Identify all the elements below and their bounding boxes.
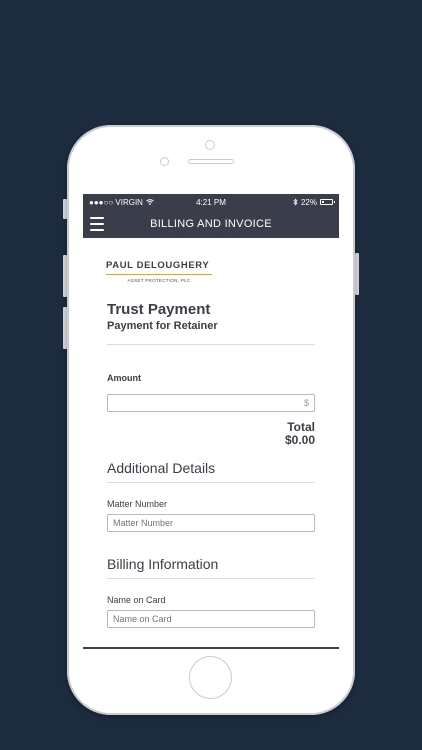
status-bar: ●●●○○ VIRGIN 4:21 PM 22%: [83, 194, 339, 210]
matter-number-input[interactable]: [107, 514, 315, 532]
phone-screen: ●●●○○ VIRGIN 4:21 PM 22% BILLING AND INV…: [83, 194, 339, 649]
menu-icon[interactable]: [90, 217, 104, 231]
bluetooth-icon: [293, 198, 298, 206]
top-navigation-bar: BILLING AND INVOICE: [83, 210, 339, 238]
battery-icon: [320, 199, 335, 205]
logo-name: PAUL DELOUGHERY: [106, 260, 210, 271]
amount-input[interactable]: $: [107, 394, 315, 412]
billing-information-divider: [107, 578, 315, 579]
additional-details-heading: Additional Details: [107, 460, 216, 476]
proximity-sensor: [160, 157, 169, 166]
matter-number-label: Matter Number: [107, 499, 168, 509]
home-button[interactable]: [189, 656, 232, 699]
carrier-label: ●●●○○ VIRGIN: [89, 197, 143, 207]
clock-label: 4:21 PM: [196, 197, 226, 207]
app-store-preview: ●●●○○ VIRGIN 4:21 PM 22% BILLING AND INV…: [0, 0, 422, 750]
amount-label: Amount: [107, 373, 141, 383]
payment-subtitle: Payment for Retainer: [107, 320, 218, 332]
total-value: $0.00: [284, 433, 315, 447]
total-summary: Total $0.00: [107, 421, 315, 447]
earpiece-speaker: [188, 159, 234, 164]
header-divider: [107, 344, 315, 345]
payment-form: PAUL DELOUGHERY ASSET PROTECTION, PLC Tr…: [83, 260, 339, 628]
name-on-card-input[interactable]: [107, 610, 315, 628]
logo-divider: [106, 274, 212, 275]
billing-information-heading: Billing Information: [107, 556, 219, 572]
logo-subtitle: ASSET PROTECTION, PLC: [127, 278, 191, 283]
name-on-card-label: Name on Card: [107, 595, 166, 605]
page-title: BILLING AND INVOICE: [150, 218, 272, 230]
front-camera: [205, 140, 215, 150]
battery-percent: 22%: [300, 197, 317, 207]
wifi-icon: [146, 199, 154, 205]
firm-logo: PAUL DELOUGHERY ASSET PROTECTION, PLC: [106, 260, 212, 283]
currency-symbol: $: [303, 398, 309, 408]
payment-title: Trust Payment: [107, 301, 211, 318]
additional-details-divider: [107, 482, 315, 483]
total-label: Total: [287, 420, 315, 434]
power-button: [355, 253, 359, 295]
